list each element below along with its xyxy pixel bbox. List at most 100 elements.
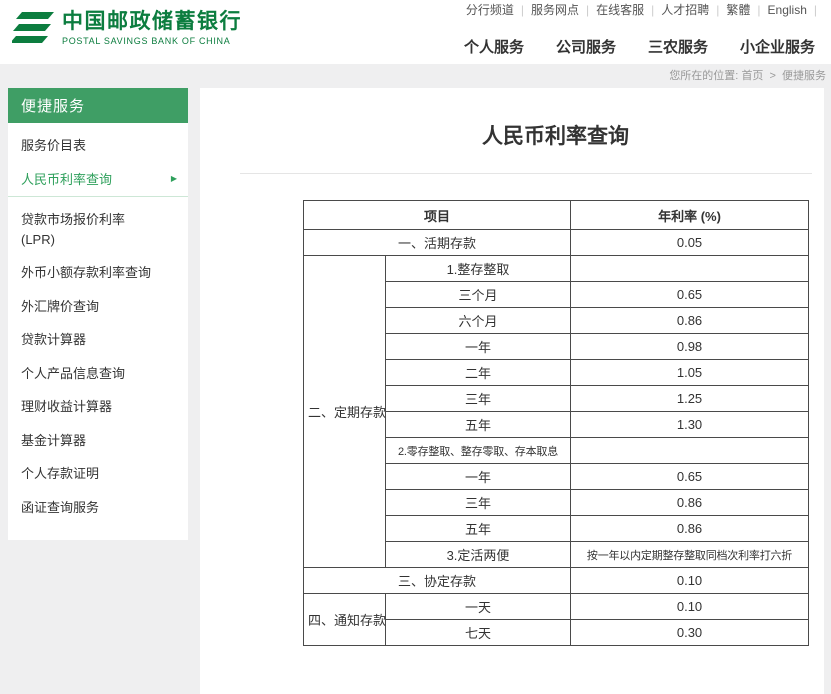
sidebar-item-label: 外汇牌价查询 (21, 299, 99, 314)
breadcrumb: 您所在的位置: 首页 > 便捷服务 (669, 67, 826, 83)
table-cell: 1.整存整取 (386, 256, 571, 282)
rate-table-head: 项目年利率 (%) (304, 201, 809, 230)
sidebar-menu: 服务价目表人民币利率查询 ▶ 贷款市场报价利率 (LPR) 外币小额存款利率查询外汇牌… (8, 123, 188, 524)
table-row: 一、活期存款0.05 (304, 230, 809, 256)
sidebar-item-6[interactable]: 个人产品信息查询 (8, 357, 188, 391)
nav-link-2[interactable]: 三农服务 (648, 39, 708, 56)
main-nav: 个人服务 公司服务 三农服务 小企业服务 (432, 36, 815, 57)
top-link-3[interactable]: 人才招聘 (661, 3, 709, 17)
top-link-4[interactable]: 繁體 (726, 3, 750, 17)
sidebar: 便捷服务 服务价目表人民币利率查询 ▶ 贷款市场报价利率 (LPR) 外币小额存款利率… (8, 88, 188, 540)
sidebar-item-5[interactable]: 贷款计算器 (8, 323, 188, 357)
table-cell: 七天 (386, 620, 571, 646)
table-cell (571, 438, 809, 464)
table-cell: 0.86 (571, 308, 809, 334)
top-link-2[interactable]: 在线客服 (596, 3, 644, 17)
table-cell: 0.65 (571, 464, 809, 490)
sidebar-item-label: 个人产品信息查询 (21, 366, 125, 381)
table-cell: 1.25 (571, 386, 809, 412)
table-cell (571, 256, 809, 282)
table-cell: 0.10 (571, 568, 809, 594)
table-cell: 二年 (386, 360, 571, 386)
title-divider (240, 173, 812, 174)
sidebar-item-0[interactable]: 服务价目表 (8, 129, 188, 163)
sidebar-item-3[interactable]: 外币小额存款利率查询 (8, 256, 188, 290)
top-link-0[interactable]: 分行频道 (466, 3, 514, 17)
separator: | (651, 3, 654, 17)
table-cell: 2.零存整取、整存零取、存本取息 (386, 438, 571, 464)
separator: | (814, 3, 817, 17)
table-cell: 3.定活两便 (386, 542, 571, 568)
sidebar-item-2[interactable]: 贷款市场报价利率 (LPR) (8, 203, 188, 256)
table-cell: 三个月 (386, 282, 571, 308)
sidebar-item-10[interactable]: 函证查询服务 (8, 491, 188, 525)
sidebar-item-label: 理财收益计算器 (21, 399, 112, 414)
table-cell: 一年 (386, 334, 571, 360)
table-cell: 三年 (386, 490, 571, 516)
sidebar-item-label: 个人存款证明 (21, 466, 99, 481)
chevron-right-icon: ▶ (171, 173, 177, 185)
psbc-logo-icon (12, 11, 54, 45)
table-cell: 二、定期存款 (304, 256, 386, 568)
table-row: 二、定期存款1.整存整取 (304, 256, 809, 282)
sidebar-item-8[interactable]: 基金计算器 (8, 424, 188, 458)
sidebar-item-1[interactable]: 人民币利率查询 ▶ (8, 163, 188, 198)
sidebar-item-9[interactable]: 个人存款证明 (8, 457, 188, 491)
sidebar-item-label: 基金计算器 (21, 433, 86, 448)
table-cell: 0.65 (571, 282, 809, 308)
table-cell: 一、活期存款 (304, 230, 571, 256)
table-cell: 三年 (386, 386, 571, 412)
sidebar-item-label: 人民币利率查询 (21, 172, 112, 187)
bank-logo-text: 中国邮政储蓄银行 POSTAL SAVINGS BANK OF CHINA (62, 10, 242, 46)
table-cell: 按一年以内定期整存整取同档次利率打六折 (571, 542, 809, 568)
top-link-1[interactable]: 服务网点 (531, 3, 579, 17)
site-header: 中国邮政储蓄银行 POSTAL SAVINGS BANK OF CHINA 分行… (0, 0, 831, 64)
separator: | (716, 3, 719, 17)
top-link-5[interactable]: English (768, 3, 807, 17)
rate-table-header-cell: 年利率 (%) (571, 201, 809, 230)
table-cell: 五年 (386, 516, 571, 542)
breadcrumb-prefix: 您所在的位置: (669, 70, 738, 82)
bank-name-en: POSTAL SAVINGS BANK OF CHINA (62, 36, 242, 46)
sidebar-item-label: 外币小额存款利率查询 (21, 265, 151, 280)
table-cell: 0.30 (571, 620, 809, 646)
table-cell: 1.05 (571, 360, 809, 386)
page-title: 人民币利率查询 (303, 122, 808, 152)
table-cell: 五年 (386, 412, 571, 438)
top-links: 分行频道 | 服务网点 | 在线客服 | 人才招聘 | 繁體 | English | (459, 0, 817, 20)
bank-logo[interactable]: 中国邮政储蓄银行 POSTAL SAVINGS BANK OF CHINA (12, 10, 242, 46)
nav-link-1[interactable]: 公司服务 (556, 39, 616, 56)
sidebar-item-label: 贷款计算器 (21, 332, 86, 347)
sidebar-title: 便捷服务 (8, 88, 188, 123)
breadcrumb-current: 便捷服务 (782, 70, 826, 82)
table-cell: 0.86 (571, 516, 809, 542)
table-cell: 0.98 (571, 334, 809, 360)
nav-link-3[interactable]: 小企业服务 (740, 39, 815, 56)
table-cell: 一天 (386, 594, 571, 620)
sidebar-item-7[interactable]: 理财收益计算器 (8, 390, 188, 424)
breadcrumb-separator: > (770, 70, 776, 82)
nav-link-0[interactable]: 个人服务 (464, 39, 524, 56)
separator: | (521, 3, 524, 17)
table-cell: 1.30 (571, 412, 809, 438)
table-cell: 三、协定存款 (304, 568, 571, 594)
table-cell: 六个月 (386, 308, 571, 334)
separator: | (586, 3, 589, 17)
sidebar-item-label: 服务价目表 (21, 138, 86, 153)
sidebar-item-label: 贷款市场报价利率 (LPR) (21, 212, 125, 247)
rate-table-header-cell: 项目 (304, 201, 571, 230)
rate-table: 项目年利率 (%) 一、活期存款0.05二、定期存款1.整存整取三个月0.65六… (303, 200, 809, 646)
table-cell: 0.86 (571, 490, 809, 516)
table-cell: 四、通知存款 (304, 594, 386, 646)
table-cell: 0.05 (571, 230, 809, 256)
table-cell: 一年 (386, 464, 571, 490)
sidebar-item-4[interactable]: 外汇牌价查询 (8, 290, 188, 324)
separator: | (757, 3, 760, 17)
table-row: 三、协定存款0.10 (304, 568, 809, 594)
table-cell: 0.10 (571, 594, 809, 620)
sidebar-item-label: 函证查询服务 (21, 500, 99, 515)
bank-name-cn: 中国邮政储蓄银行 (62, 10, 242, 34)
breadcrumb-home-link[interactable]: 首页 (741, 70, 763, 82)
rate-table-body: 一、活期存款0.05二、定期存款1.整存整取三个月0.65六个月0.86一年0.… (304, 230, 809, 646)
table-row: 四、通知存款一天0.10 (304, 594, 809, 620)
